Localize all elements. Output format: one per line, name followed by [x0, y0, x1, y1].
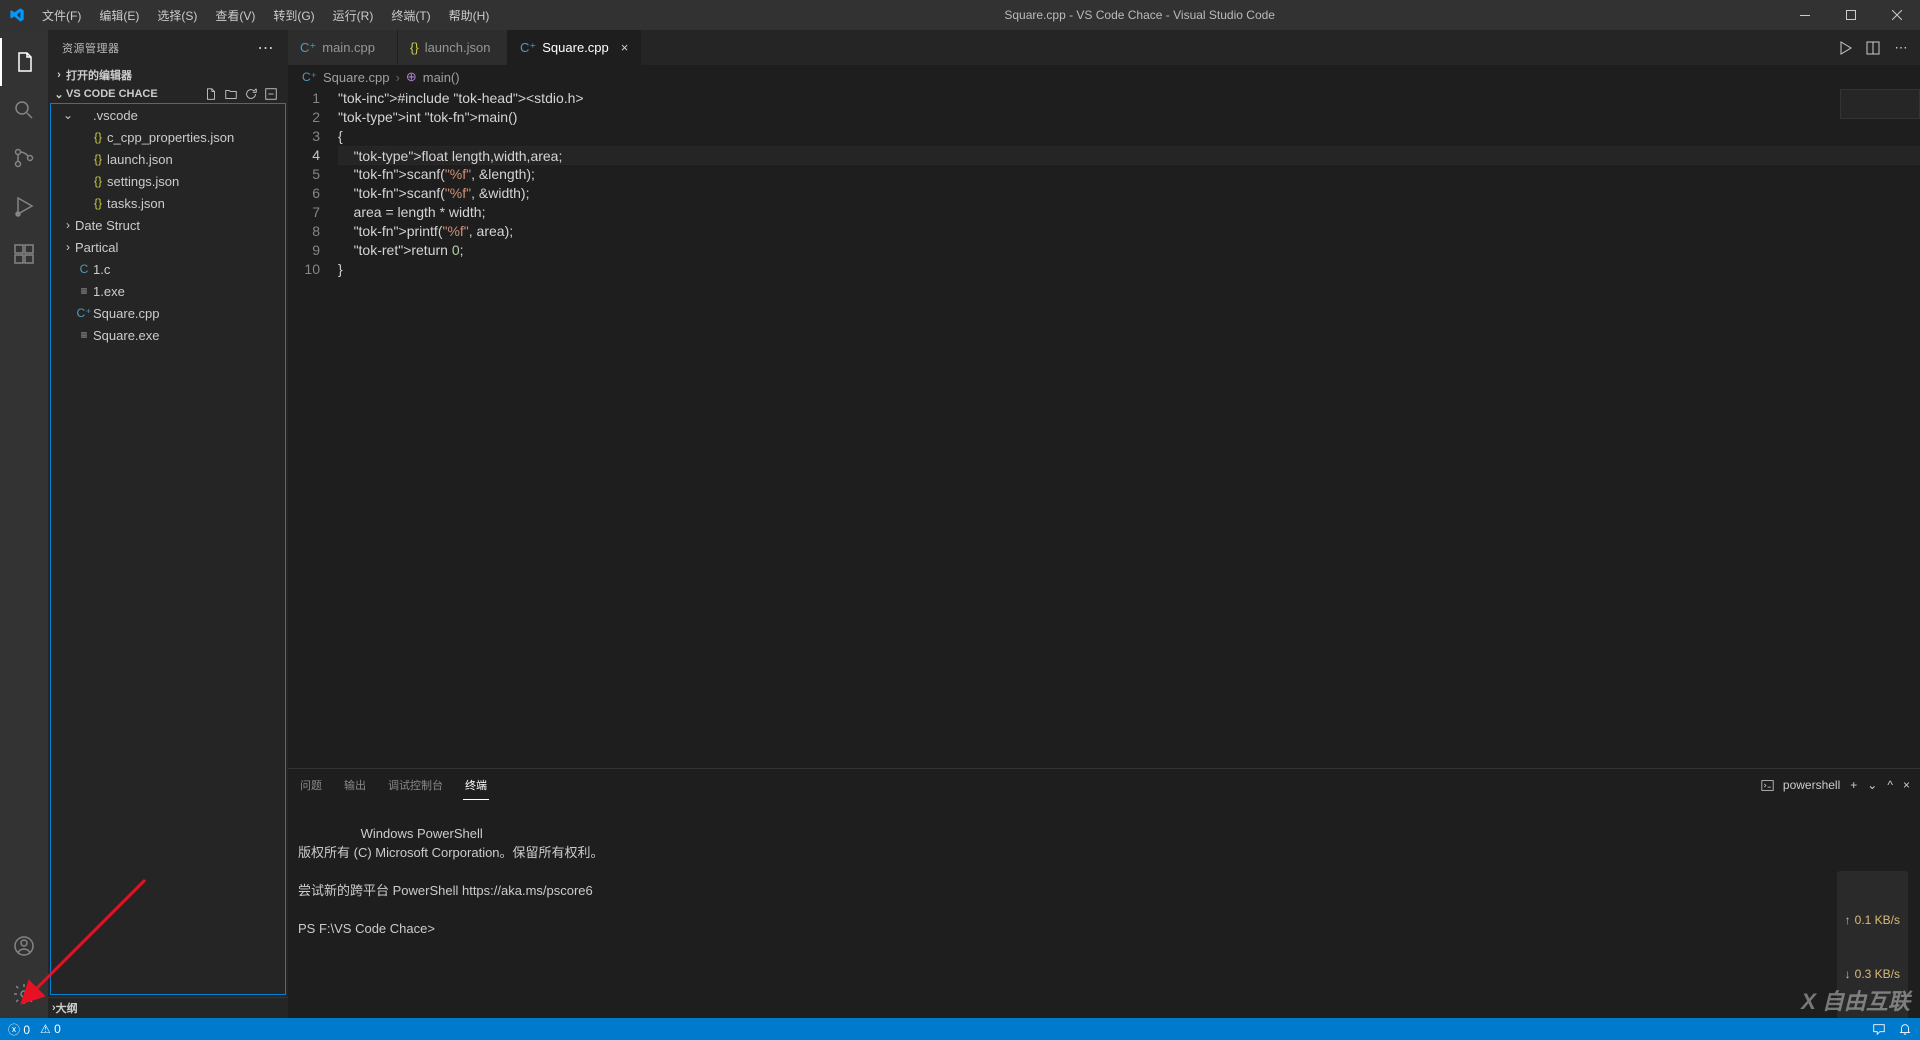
- refresh-icon[interactable]: [244, 87, 258, 101]
- activity-run-icon[interactable]: [0, 182, 48, 230]
- file-item[interactable]: C1.c: [51, 258, 285, 280]
- new-file-icon[interactable]: [204, 87, 218, 101]
- minimize-button[interactable]: [1782, 0, 1828, 30]
- menu-file[interactable]: 文件(F): [34, 3, 89, 28]
- close-icon[interactable]: ×: [621, 40, 629, 55]
- code-editor[interactable]: 12345678910 "tok-inc">#include "tok-head…: [288, 89, 1920, 768]
- activity-search-icon[interactable]: [0, 86, 48, 134]
- file-item[interactable]: {}settings.json: [51, 170, 285, 192]
- status-bar: ⓧ 0 ⚠ 0: [0, 1018, 1920, 1040]
- activity-scm-icon[interactable]: [0, 134, 48, 182]
- menu-goto[interactable]: 转到(G): [265, 3, 322, 28]
- sidebar-title: 资源管理器 ⋯: [48, 30, 288, 65]
- new-folder-icon[interactable]: [224, 87, 238, 101]
- sidebar: 资源管理器 ⋯ ›打开的编辑器 ⌄VS CODE CHACE ⌄.vscode …: [48, 30, 288, 1018]
- file-item[interactable]: C⁺Square.cpp: [51, 302, 285, 324]
- activity-account-icon[interactable]: [0, 922, 48, 970]
- activity-bar: [0, 30, 48, 1018]
- folder-item[interactable]: ›Date Struct: [51, 214, 285, 236]
- new-terminal-icon[interactable]: +: [1850, 778, 1857, 792]
- file-item[interactable]: ≡Square.exe: [51, 324, 285, 346]
- status-errors[interactable]: ⓧ 0: [8, 1021, 30, 1038]
- tab-main-cpp[interactable]: C⁺main.cpp: [288, 30, 398, 65]
- download-icon: ↓: [1845, 965, 1851, 983]
- sidebar-more-icon[interactable]: ⋯: [258, 38, 275, 58]
- section-workspace[interactable]: ⌄VS CODE CHACE: [48, 85, 288, 103]
- status-bell-icon[interactable]: [1898, 1022, 1912, 1036]
- status-warnings[interactable]: ⚠ 0: [40, 1022, 61, 1036]
- close-button[interactable]: [1874, 0, 1920, 30]
- file-tree: ⌄.vscode {}c_cpp_properties.json {}launc…: [50, 103, 286, 995]
- collapse-icon[interactable]: [264, 87, 278, 101]
- menu-edit[interactable]: 编辑(E): [91, 3, 147, 28]
- menu-view[interactable]: 查看(V): [207, 3, 263, 28]
- activity-extensions-icon[interactable]: [0, 230, 48, 278]
- panel-tab-debug[interactable]: 调试控制台: [386, 771, 445, 799]
- panel-tab-problems[interactable]: 问题: [298, 771, 324, 799]
- menu-run[interactable]: 运行(R): [325, 3, 382, 28]
- network-speed-widget: ↑0.1 KB/s ↓0.3 KB/s: [1837, 871, 1908, 1018]
- window-title: Square.cpp - VS Code Chace - Visual Stud…: [497, 8, 1782, 22]
- maximize-button[interactable]: [1828, 0, 1874, 30]
- upload-icon: ↑: [1845, 911, 1851, 929]
- status-feedback-icon[interactable]: [1872, 1022, 1886, 1036]
- run-icon[interactable]: [1836, 40, 1854, 56]
- file-item[interactable]: {}launch.json: [51, 148, 285, 170]
- maximize-panel-icon[interactable]: ^: [1887, 778, 1893, 792]
- breadcrumb[interactable]: C⁺Square.cpp › ⊕main(): [288, 65, 1920, 89]
- panel: 问题 输出 调试控制台 终端 powershell + ⌄ ^ × Window…: [288, 768, 1920, 1018]
- terminal-dropdown-icon[interactable]: ⌄: [1867, 778, 1877, 792]
- file-item[interactable]: {}tasks.json: [51, 192, 285, 214]
- section-open-editors[interactable]: ›打开的编辑器: [48, 65, 288, 85]
- menu-select[interactable]: 选择(S): [149, 3, 205, 28]
- tab-square-cpp[interactable]: C⁺Square.cpp×: [508, 30, 641, 65]
- file-item[interactable]: ≡1.exe: [51, 280, 285, 302]
- menu-terminal[interactable]: 终端(T): [383, 3, 438, 28]
- titlebar: 文件(F) 编辑(E) 选择(S) 查看(V) 转到(G) 运行(R) 终端(T…: [0, 0, 1920, 30]
- activity-settings-icon[interactable]: [0, 970, 48, 1018]
- panel-tab-terminal[interactable]: 终端: [463, 771, 489, 800]
- vscode-logo-icon: [8, 6, 26, 24]
- terminal-content[interactable]: Windows PowerShell 版权所有 (C) Microsoft Co…: [288, 801, 1920, 1018]
- split-icon[interactable]: [1864, 40, 1882, 56]
- minimap[interactable]: [1840, 89, 1920, 119]
- close-panel-icon[interactable]: ×: [1903, 778, 1910, 792]
- more-icon[interactable]: ⋯: [1892, 40, 1910, 56]
- editor-tabs: C⁺main.cpp {}launch.json C⁺Square.cpp× ⋯: [288, 30, 1920, 65]
- section-outline[interactable]: ›大纲: [48, 997, 288, 1018]
- panel-tab-output[interactable]: 输出: [342, 771, 368, 799]
- file-item[interactable]: {}c_cpp_properties.json: [51, 126, 285, 148]
- menu-bar: 文件(F) 编辑(E) 选择(S) 查看(V) 转到(G) 运行(R) 终端(T…: [34, 3, 497, 28]
- terminal-type[interactable]: powershell: [1761, 778, 1841, 792]
- activity-explorer-icon[interactable]: [0, 38, 48, 86]
- tab-launch-json[interactable]: {}launch.json: [398, 30, 508, 65]
- menu-help[interactable]: 帮助(H): [441, 3, 498, 28]
- editor-area: C⁺main.cpp {}launch.json C⁺Square.cpp× ⋯…: [288, 30, 1920, 1018]
- folder-vscode[interactable]: ⌄.vscode: [51, 104, 285, 126]
- folder-item[interactable]: ›Partical: [51, 236, 285, 258]
